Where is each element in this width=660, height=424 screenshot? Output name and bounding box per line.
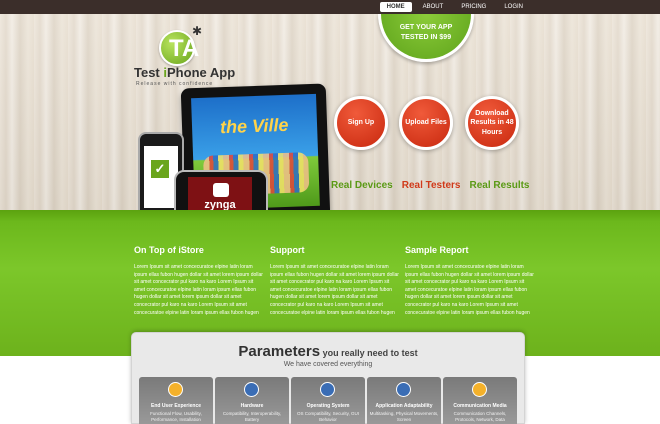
card-hardware[interactable]: Hardware Compatibility, Interoperability… [215, 377, 289, 424]
ipad-game-logo: the Ville [219, 114, 289, 138]
promo-line-1: GET YOUR APP [399, 24, 453, 31]
card-media[interactable]: Communication Media Communication Channe… [443, 377, 517, 424]
main-nav: HOME ABOUT PRICING LOGIN [379, 2, 530, 12]
os-icon [320, 382, 335, 397]
card-title: Communication Media [453, 403, 507, 409]
hardware-icon [244, 382, 259, 397]
media-icon [472, 382, 487, 397]
tagline-testers: Real Testers [401, 180, 461, 191]
tagline-results: Real Results [469, 180, 530, 191]
card-end-user[interactable]: End User Experience Functional Flow, Usa… [139, 377, 213, 424]
card-desc: OS Compatibility, Security, GUI Behavior [296, 411, 360, 422]
column-title: Sample Report [405, 245, 469, 255]
user-icon [168, 382, 183, 397]
upload-files-button[interactable]: Upload Files [399, 96, 453, 150]
card-adaptability[interactable]: Application Adaptability Multitasking, P… [367, 377, 441, 424]
column-sample-report: Sample Report Lorem Ipsum sit amet conce… [405, 245, 535, 317]
nav-home[interactable]: HOME [379, 2, 412, 12]
promo-line-2: TESTED IN $99 [400, 34, 452, 41]
taglines: Real Devices Real Testers Real Results [331, 180, 530, 191]
column-body: Lorem Ipsum sit amet concecuratoe elpine… [405, 264, 534, 316]
column-title: On Top of iStore [134, 245, 204, 255]
parameters-subtitle: We have covered everything [283, 361, 373, 368]
bug-icon: ✱ [192, 24, 203, 38]
iphone-back-screen: ✓ [144, 146, 178, 208]
nav-login[interactable]: LOGIN [497, 2, 530, 12]
card-desc: Compatibility, Interoperability, Battery [222, 411, 282, 422]
card-desc: Multitasking, Physical Movements, Screen [369, 411, 439, 422]
card-title: End User Experience [150, 403, 202, 409]
parameter-cards: End User Experience Functional Flow, Usa… [139, 377, 517, 424]
site-logo[interactable]: TA ✱ Test iPhone App Release with confid… [134, 20, 236, 90]
logo-title: Test iPhone App [134, 65, 236, 80]
parameters-panel: Parameters you really need to test We ha… [131, 332, 525, 424]
adaptability-icon [396, 382, 411, 397]
tagline-devices: Real Devices [331, 180, 393, 191]
checkmark-icon: ✓ [151, 160, 169, 178]
wood-header [0, 14, 660, 210]
logo-tagline: Release with confidence [136, 81, 214, 87]
sign-up-button[interactable]: Sign Up [334, 96, 388, 150]
column-support: Support Lorem Ipsum sit amet concecurato… [270, 245, 400, 317]
card-title: Hardware [240, 403, 264, 409]
logo-badge: TA [159, 30, 199, 66]
column-body: Lorem Ipsum sit amet concecuratoe elpine… [270, 264, 399, 316]
parameters-title: Parameters you really need to test [238, 343, 418, 360]
column-body: Lorem Ipsum sit amet concecuratoe elpine… [134, 264, 263, 316]
card-os[interactable]: Operating System OS Compatibility, Secur… [291, 377, 365, 424]
dog-icon [213, 183, 229, 197]
card-title: Application Adaptability [375, 403, 433, 409]
top-bar: HOME ABOUT PRICING LOGIN [0, 0, 660, 14]
nav-about[interactable]: ABOUT [416, 2, 451, 12]
logo-letter: TA [169, 35, 200, 62]
card-desc: Functional Flow, Usability, Performance,… [150, 411, 202, 422]
card-desc: Communication Channels, Protocols, Netwo… [453, 411, 507, 422]
column-title: Support [270, 245, 305, 255]
nav-pricing[interactable]: PRICING [454, 2, 493, 12]
column-istore: On Top of iStore Lorem Ipsum sit amet co… [134, 245, 264, 317]
card-title: Operating System [306, 403, 350, 409]
download-results-button[interactable]: Download Results in 48 Hours [465, 96, 519, 150]
